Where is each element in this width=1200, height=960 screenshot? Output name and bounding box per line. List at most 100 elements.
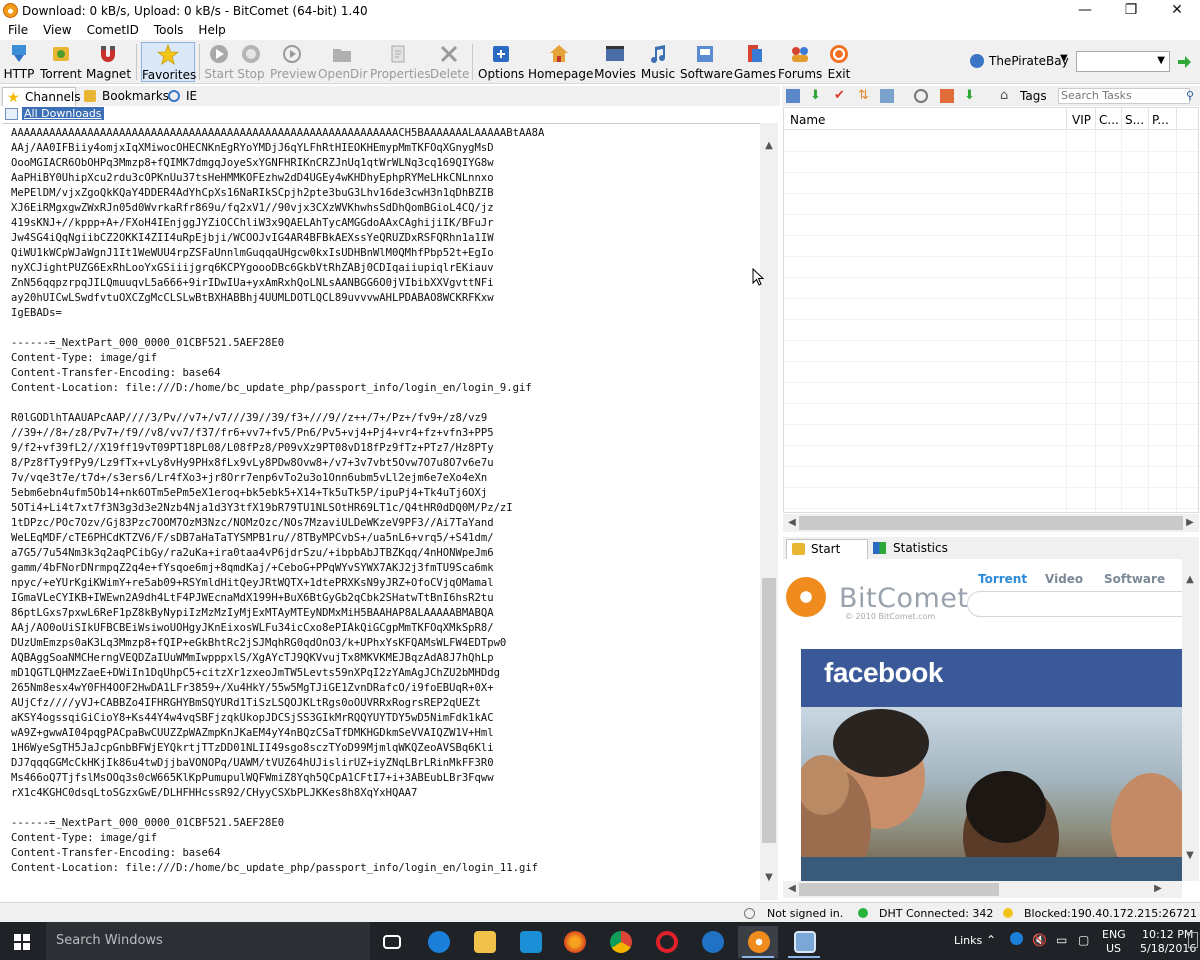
- stop-button[interactable]: Stop: [236, 42, 266, 82]
- opera-button[interactable]: [646, 926, 686, 958]
- chevron-down-icon[interactable]: ▼: [1060, 53, 1068, 64]
- menu-help[interactable]: Help: [190, 22, 232, 37]
- chrome-button[interactable]: [600, 926, 640, 958]
- message-icon[interactable]: ▭: [1056, 933, 1067, 947]
- maximize-button[interactable]: ❐: [1108, 0, 1154, 22]
- minimize-button[interactable]: —: [1062, 0, 1108, 22]
- ccleaner-button[interactable]: [692, 926, 732, 958]
- delete-button[interactable]: Delete: [430, 42, 469, 82]
- scroll-up-icon[interactable]: ▲: [1183, 573, 1197, 587]
- scroll-right-icon[interactable]: ▶: [1151, 882, 1165, 896]
- task-list[interactable]: Name VIP C... S... P...: [783, 107, 1199, 513]
- chevron-down-icon[interactable]: ▼: [1157, 55, 1165, 66]
- scroll-left-icon[interactable]: ◀: [785, 882, 799, 896]
- task-view-button[interactable]: [372, 926, 412, 958]
- tab-start-page[interactable]: Start Page: [786, 539, 868, 574]
- file-explorer-button[interactable]: [464, 926, 504, 958]
- links-toolbar[interactable]: Links: [954, 934, 982, 947]
- go-arrow-icon[interactable]: [1176, 54, 1192, 70]
- photos-button[interactable]: [784, 926, 824, 958]
- volume-muted-icon[interactable]: 🔇: [1032, 933, 1047, 947]
- properties-button[interactable]: Properties: [370, 42, 431, 82]
- firefox-button[interactable]: [554, 926, 594, 958]
- facebook-banner[interactable]: facebook: [801, 649, 1182, 881]
- tab-statistics[interactable]: Statistics: [869, 539, 948, 559]
- forums-button[interactable]: Forums: [778, 42, 822, 82]
- software-button[interactable]: Software: [680, 42, 733, 82]
- column-divider: [1121, 108, 1122, 130]
- task-list-icon[interactable]: [786, 89, 800, 103]
- notifications-icon[interactable]: [1188, 932, 1198, 948]
- http-button[interactable]: HTTP: [2, 42, 36, 82]
- signin-status[interactable]: Not signed in.: [767, 907, 843, 920]
- clock-icon[interactable]: [914, 89, 928, 103]
- import-icon[interactable]: ⬇: [964, 89, 978, 103]
- scrollbar-thumb[interactable]: [762, 578, 776, 843]
- display-icon[interactable]: ▢: [1078, 933, 1089, 947]
- favorites-button[interactable]: Favorites: [141, 42, 196, 82]
- preview-button[interactable]: Preview: [270, 42, 317, 82]
- left-vertical-scrollbar[interactable]: ▲ ▼: [760, 123, 778, 900]
- chevron-up-icon[interactable]: ⌃: [986, 933, 996, 947]
- start-page-horizontal-scrollbar[interactable]: ◀ ▶: [783, 881, 1182, 898]
- tab-channels[interactable]: ★ Channels: [2, 87, 81, 106]
- mime-text-pane[interactable]: AAAAAAAAAAAAAAAAAAAAAAAAAAAAAAAAAAAAAAAA…: [2, 123, 760, 900]
- options-button[interactable]: Options: [478, 42, 524, 82]
- tags-label[interactable]: Tags: [1020, 89, 1047, 103]
- tray-app-icon[interactable]: [1010, 932, 1023, 945]
- homepage-button[interactable]: Homepage: [528, 42, 593, 82]
- main-toolbar: HTTP Torrent Magnet Favorites Start Stop…: [0, 40, 1200, 84]
- scroll-right-icon[interactable]: ▶: [1183, 516, 1197, 530]
- menu-view[interactable]: View: [35, 22, 78, 37]
- scrollbar-thumb[interactable]: [799, 883, 999, 896]
- start-page-search-input[interactable]: [967, 591, 1182, 617]
- store-button[interactable]: [510, 926, 550, 958]
- windows-start-icon[interactable]: [14, 934, 30, 950]
- site-selector[interactable]: ThePirateBay: [989, 54, 1069, 68]
- scroll-down-icon[interactable]: ▼: [762, 871, 776, 885]
- menu-file[interactable]: File: [0, 22, 35, 37]
- column-vip[interactable]: VIP: [1072, 113, 1091, 127]
- movies-button[interactable]: Movies: [594, 42, 636, 82]
- clock-time[interactable]: 10:12 PM: [1142, 928, 1193, 941]
- start-page-vertical-scrollbar[interactable]: ▲ ▼: [1182, 559, 1199, 881]
- torrent-button[interactable]: Torrent: [40, 42, 82, 82]
- upload-arrow-icon[interactable]: ⇅: [858, 89, 872, 103]
- magnet-button[interactable]: Magnet: [86, 42, 131, 82]
- menu-tools[interactable]: Tools: [146, 22, 191, 37]
- tab-ie[interactable]: IE: [164, 87, 204, 106]
- toolbar-search-input[interactable]: ▼: [1076, 51, 1170, 72]
- checkmark-icon[interactable]: ✔: [834, 89, 848, 103]
- nav-video[interactable]: Video: [1045, 572, 1083, 586]
- search-icon[interactable]: ⚲: [1186, 89, 1194, 102]
- task-list-horizontal-scrollbar[interactable]: ◀ ▶: [783, 514, 1199, 532]
- bitcomet-taskbar-button[interactable]: [738, 926, 778, 958]
- close-button[interactable]: ✕: [1154, 0, 1200, 22]
- games-button[interactable]: Games: [734, 42, 776, 82]
- nav-torrent[interactable]: Torrent: [978, 572, 1027, 586]
- column-name[interactable]: Name: [790, 113, 825, 127]
- scroll-up-icon[interactable]: ▲: [762, 139, 776, 153]
- scroll-left-icon[interactable]: ◀: [785, 516, 799, 530]
- opendir-button[interactable]: OpenDir: [318, 42, 368, 82]
- column-c[interactable]: C...: [1099, 113, 1119, 127]
- column-s[interactable]: S...: [1125, 113, 1144, 127]
- window-title: Download: 0 kB/s, Upload: 0 kB/s - BitCo…: [22, 4, 368, 18]
- language-indicator[interactable]: ENG: [1102, 928, 1126, 941]
- nav-software[interactable]: Software: [1104, 572, 1165, 586]
- search-tasks-input[interactable]: Search Tasks: [1058, 88, 1190, 104]
- download-arrow-icon[interactable]: ⬇: [810, 89, 824, 103]
- edge-button[interactable]: [418, 926, 458, 958]
- queue-icon[interactable]: [880, 89, 894, 103]
- all-downloads-link[interactable]: All Downloads: [22, 107, 104, 120]
- scrollbar-thumb[interactable]: [799, 516, 1183, 530]
- column-p[interactable]: P...: [1152, 113, 1169, 127]
- tab-bookmarks[interactable]: Bookmarks: [80, 87, 169, 106]
- exit-button[interactable]: Exit: [826, 42, 852, 82]
- music-button[interactable]: Music: [640, 42, 676, 82]
- menu-cometid[interactable]: CometID: [79, 22, 146, 37]
- filter-icon[interactable]: [940, 89, 954, 103]
- taskbar-search[interactable]: Search Windows: [46, 922, 370, 960]
- scroll-down-icon[interactable]: ▼: [1183, 849, 1197, 863]
- start-button[interactable]: Start: [203, 42, 235, 82]
